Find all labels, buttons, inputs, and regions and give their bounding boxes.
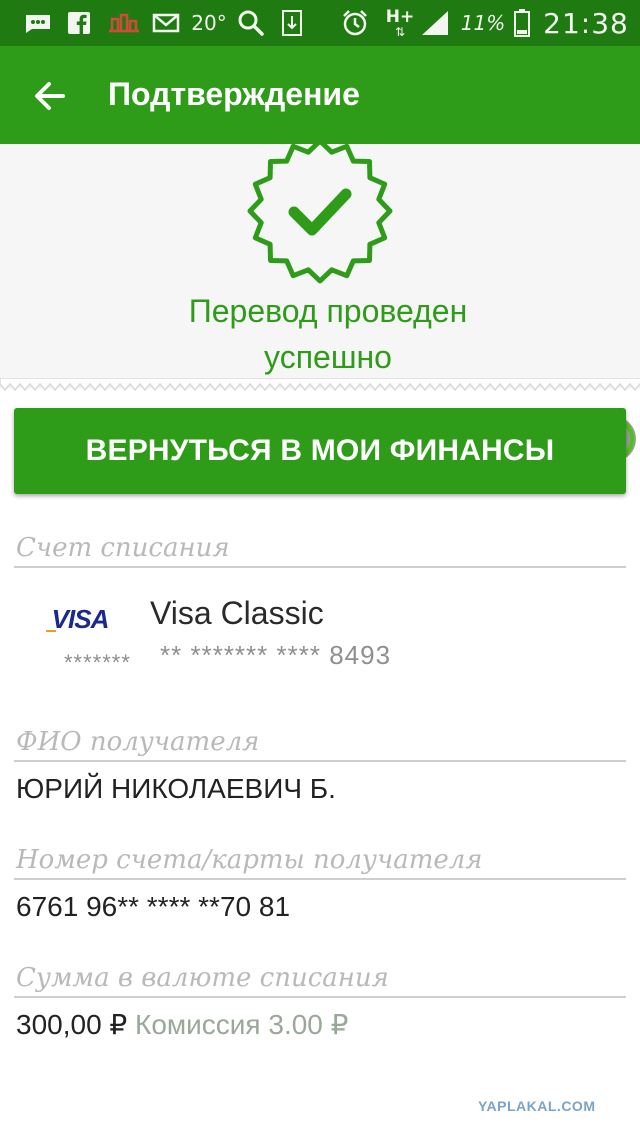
recipient-account-value: 6761 96** **** **70 81 bbox=[16, 891, 291, 922]
amount-row: 300,00 ₽ Комиссия 3.00 ₽ bbox=[16, 1008, 348, 1042]
app-bar: Подтверждение bbox=[0, 46, 640, 144]
amount-divider bbox=[14, 996, 626, 998]
amount-label: Сумма в валюте списания bbox=[16, 963, 389, 993]
visa-logo: VISA bbox=[46, 604, 109, 634]
fee-value: Комиссия 3.00 ₽ bbox=[135, 1009, 349, 1040]
battery-icon bbox=[510, 0, 534, 46]
card-mask-prefix: ******* bbox=[64, 650, 131, 675]
network-indicator: H+ ⇅ bbox=[382, 0, 418, 46]
recipient-name-label: ФИО получателя bbox=[16, 727, 260, 757]
recipient-name-divider bbox=[14, 760, 626, 762]
check-badge-icon bbox=[247, 138, 393, 284]
visa-logo-text: VISA bbox=[52, 604, 109, 634]
status-bar: 20° H+ ⇅ 11% 21:38 bbox=[0, 0, 640, 46]
search-icon bbox=[234, 0, 268, 46]
success-line-2: успешно bbox=[264, 339, 392, 375]
debit-card[interactable]: VISA Visa Classic ******* ** ******* ***… bbox=[0, 584, 640, 675]
chat-icon bbox=[20, 0, 56, 46]
download-icon bbox=[278, 0, 306, 46]
network-type: H+ bbox=[385, 6, 415, 27]
recipient-account-divider bbox=[14, 878, 626, 880]
amount-value: 300,00 ₽ bbox=[16, 1009, 128, 1040]
facebook-icon bbox=[64, 0, 94, 46]
clock: 21:38 bbox=[543, 6, 629, 40]
sale-icon bbox=[104, 0, 144, 46]
success-panel: Перевод проведен успешно 79 bbox=[0, 138, 640, 462]
battery-percent: 11% bbox=[460, 11, 506, 35]
temperature-text: 20° bbox=[191, 11, 227, 35]
alarm-icon bbox=[338, 0, 372, 46]
success-line-1: Перевод проведен bbox=[188, 293, 468, 329]
return-to-finances-button[interactable]: ВЕРНУТЬСЯ В МОИ ФИНАНСЫ bbox=[14, 408, 626, 494]
card-number-masked: ** ******* **** 8493 bbox=[160, 640, 392, 670]
mail-icon bbox=[150, 0, 182, 46]
zigzag-divider bbox=[0, 378, 640, 392]
back-button[interactable] bbox=[22, 68, 78, 124]
arrow-left-icon bbox=[35, 82, 65, 110]
debit-account-divider bbox=[14, 566, 626, 568]
page-title: Подтверждение bbox=[108, 76, 360, 112]
watermark: YAPLAKAL.COM bbox=[478, 1098, 596, 1114]
success-message: Перевод проведен успешно bbox=[0, 288, 640, 380]
data-arrows-icon: ⇅ bbox=[394, 24, 406, 39]
card-name: Visa Classic bbox=[150, 595, 324, 631]
recipient-name-value: ЮРИЙ НИКОЛАЕВИЧ Б. bbox=[16, 773, 336, 804]
signal-icon bbox=[418, 0, 452, 46]
recipient-account-label: Номер счета/карты получателя bbox=[16, 845, 483, 875]
debit-account-label: Счет списания bbox=[16, 533, 230, 563]
